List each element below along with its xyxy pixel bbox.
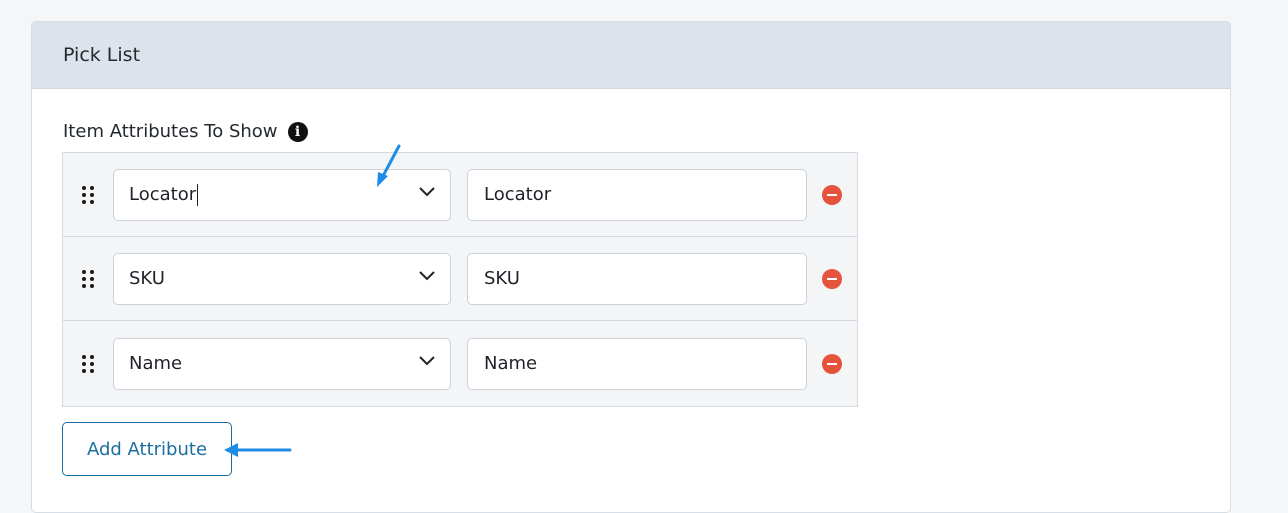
attribute-select-value: Name (129, 353, 183, 374)
minus-icon (827, 277, 837, 280)
annotation-arrow-icon (224, 443, 292, 457)
attribute-row: SKU SKU (63, 237, 857, 321)
panel-header: Pick List (32, 22, 1230, 89)
attributes-section-label: Item Attributes To Show i (63, 121, 308, 142)
chevron-down-icon (419, 270, 435, 280)
add-attribute-button[interactable]: Add Attribute (62, 422, 232, 476)
display-label-value: SKU (484, 268, 520, 289)
display-label-input[interactable]: Locator (467, 168, 807, 221)
annotation-arrow-icon (377, 144, 401, 187)
attribute-select-value: Locator (129, 184, 197, 205)
chevron-down-icon (419, 186, 435, 196)
remove-attribute-button[interactable] (822, 268, 842, 289)
info-icon[interactable]: i (287, 121, 308, 142)
minus-icon (827, 193, 837, 196)
attribute-select-value: SKU (129, 268, 165, 289)
display-label-input[interactable]: Name (467, 337, 807, 390)
chevron-down-icon (419, 355, 435, 365)
attribute-select[interactable]: SKU (113, 252, 451, 305)
text-cursor (197, 183, 199, 206)
drag-handle-icon[interactable] (82, 269, 94, 288)
attribute-select[interactable]: Name (113, 337, 451, 390)
attribute-row: Locator Locator (63, 153, 857, 237)
attribute-row: Name Name (63, 321, 857, 406)
drag-handle-icon[interactable] (82, 354, 94, 373)
display-label-value: Name (484, 353, 538, 374)
drag-handle-icon[interactable] (82, 185, 94, 204)
display-label-input[interactable]: SKU (467, 252, 807, 305)
pick-list-panel: Pick List Item Attributes To Show i Loca… (31, 21, 1231, 513)
remove-attribute-button[interactable] (822, 184, 842, 205)
display-label-value: Locator (484, 184, 552, 205)
attributes-label-text: Item Attributes To Show (63, 121, 278, 142)
panel-title: Pick List (63, 44, 141, 66)
attribute-list: Locator Locator SKU SKU Name Name (62, 152, 858, 407)
minus-icon (827, 362, 837, 365)
remove-attribute-button[interactable] (822, 353, 842, 374)
